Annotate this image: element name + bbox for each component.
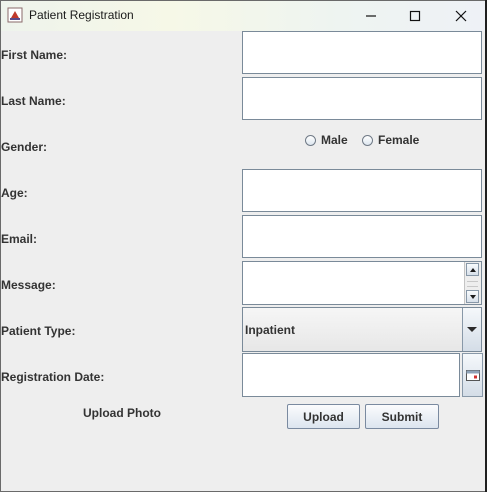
window-title: Patient Registration: [29, 8, 134, 22]
maximize-button[interactable]: [392, 1, 438, 31]
first-name-label: First Name:: [1, 48, 68, 62]
message-label: Message:: [1, 278, 56, 292]
dropdown-arrow-button[interactable]: [462, 308, 481, 351]
age-label: Age:: [1, 186, 28, 200]
title-bar[interactable]: Patient Registration: [1, 1, 486, 31]
scroll-thumb[interactable]: [467, 281, 478, 287]
first-name-field[interactable]: [242, 31, 482, 74]
patient-type-label: Patient Type:: [1, 324, 76, 338]
registration-date-field[interactable]: [242, 353, 460, 397]
gender-male-radio[interactable]: Male: [305, 132, 348, 148]
upload-button[interactable]: Upload: [287, 404, 360, 429]
upload-photo-label: Upload Photo: [83, 406, 161, 420]
email-label: Email:: [1, 232, 38, 246]
patient-registration-window: Patient Registration First Name: Last Na…: [0, 0, 487, 492]
last-name-field[interactable]: [242, 77, 482, 120]
calendar-icon: [465, 370, 480, 381]
date-picker-button[interactable]: [462, 353, 483, 397]
close-icon: [455, 10, 467, 22]
minimize-icon: [366, 15, 376, 17]
minimize-button[interactable]: [348, 1, 394, 31]
gender-label: Gender:: [1, 140, 48, 154]
patient-type-selected: Inpatient: [245, 323, 295, 337]
arrow-down-icon: [469, 294, 476, 299]
submit-button[interactable]: Submit: [365, 404, 439, 429]
message-scrollbar[interactable]: [464, 262, 481, 304]
maximize-icon: [409, 10, 421, 22]
patient-type-dropdown[interactable]: Inpatient: [242, 307, 482, 352]
registration-date-label: Registration Date:: [1, 370, 105, 384]
gender-female-label: Female: [378, 133, 420, 147]
last-name-label: Last Name:: [1, 94, 66, 108]
java-app-icon: [7, 7, 23, 23]
age-field[interactable]: [242, 169, 482, 212]
email-field[interactable]: [242, 215, 482, 258]
message-textarea[interactable]: [242, 261, 482, 305]
gender-male-label: Male: [321, 133, 348, 147]
arrow-up-icon: [469, 267, 476, 272]
gender-female-radio[interactable]: Female: [362, 132, 419, 148]
chevron-down-icon: [467, 327, 477, 332]
radio-button-icon: [362, 134, 373, 146]
scroll-down-button[interactable]: [466, 290, 479, 303]
radio-button-icon: [305, 134, 316, 146]
close-button[interactable]: [438, 1, 484, 31]
scroll-up-button[interactable]: [466, 263, 479, 276]
